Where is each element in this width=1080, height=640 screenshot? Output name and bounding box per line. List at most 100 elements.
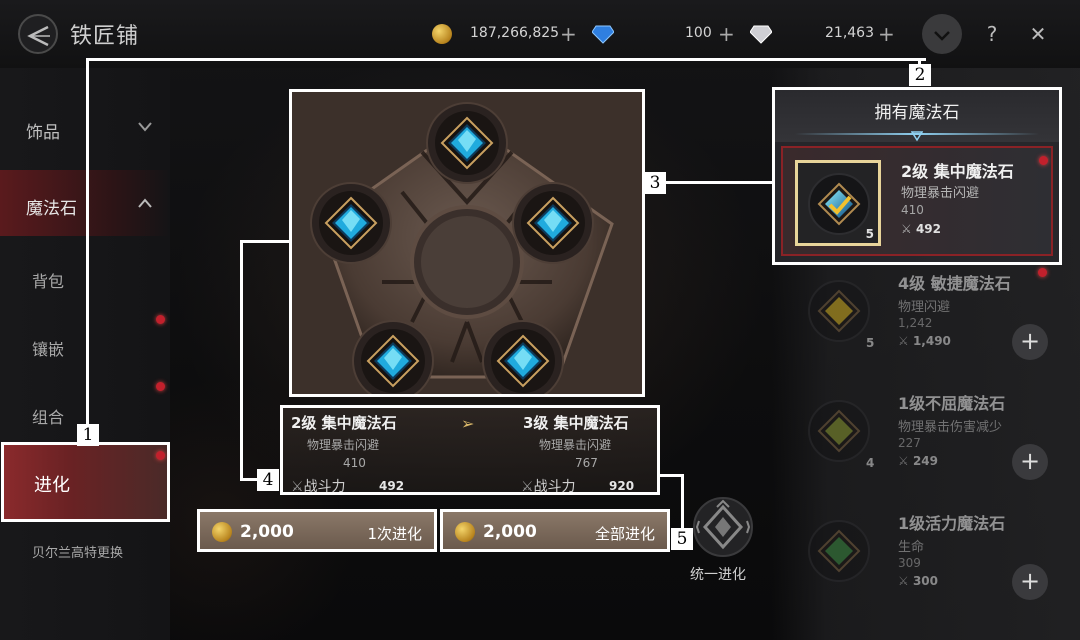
white-gem-icon bbox=[750, 25, 772, 44]
stone-power: ⚔ 249 bbox=[898, 454, 938, 468]
notification-dot bbox=[156, 315, 165, 324]
evolution-board bbox=[289, 89, 645, 397]
power-label-text: 战斗力 bbox=[303, 479, 346, 495]
add-stone-button[interactable]: + bbox=[1012, 444, 1048, 480]
stone-power-value: 249 bbox=[912, 454, 939, 468]
back-button[interactable] bbox=[18, 14, 58, 54]
gold-currency: 187,266,825 + bbox=[432, 22, 582, 46]
callout-tag-1: 1 bbox=[77, 424, 99, 446]
chevron-down-icon bbox=[138, 120, 152, 136]
stone-quantity: 4 bbox=[866, 456, 875, 470]
magic-stone-icon bbox=[817, 529, 861, 573]
selected-stone-card[interactable]: 5 2级 集中魔法石 物理暴击闪避 410 ⚔ 492 bbox=[781, 146, 1053, 256]
stone-power-value: 492 bbox=[915, 222, 942, 236]
notification-dot bbox=[1038, 268, 1047, 277]
sidebar-item-label: 贝尔兰高特更换 bbox=[32, 546, 124, 561]
sidebar-item-label: 魔法石 bbox=[26, 199, 77, 219]
blue-gem-currency: 100 + bbox=[592, 22, 742, 46]
add-stone-button[interactable]: + bbox=[1012, 324, 1048, 360]
stone-power: ⚔ 1,490 bbox=[898, 334, 951, 348]
close-button[interactable]: ✕ bbox=[1018, 14, 1058, 54]
evolve-all-button[interactable]: 2,000 全部进化 bbox=[440, 509, 670, 552]
white-gem-currency: 21,463 + bbox=[750, 22, 900, 46]
gold-coin-icon bbox=[455, 522, 475, 542]
crossed-swords-icon: ⚔ bbox=[898, 454, 909, 468]
stone-value: 309 bbox=[898, 556, 921, 570]
next-stone-name: 3级 集中魔法石 bbox=[523, 414, 629, 432]
stone-slot bbox=[808, 520, 870, 582]
magic-stone-icon bbox=[817, 289, 861, 333]
owned-stones-title: 拥有魔法石 bbox=[874, 103, 960, 123]
gem-socket[interactable] bbox=[426, 102, 508, 184]
notification-dot bbox=[156, 451, 165, 460]
callout-line bbox=[666, 181, 774, 184]
add-white-gem-button[interactable]: + bbox=[878, 22, 895, 46]
stone-name: 4级 敏捷魔法石 bbox=[898, 274, 1011, 293]
dropdown-button[interactable] bbox=[922, 14, 962, 54]
stone-value: 410 bbox=[901, 203, 924, 217]
add-stone-button[interactable]: + bbox=[1012, 564, 1048, 600]
callout-line bbox=[240, 240, 290, 243]
blue-magic-stone-icon bbox=[512, 182, 594, 264]
sidebar-item-label: 镶嵌 bbox=[32, 340, 65, 359]
stone-slot bbox=[808, 173, 870, 235]
sidebar-item-magic-stone[interactable]: 魔法石 bbox=[0, 170, 170, 236]
stone-list-item[interactable]: 1级活力魔法石 生命 309 ⚔ 300 bbox=[790, 502, 1080, 622]
gem-socket[interactable] bbox=[482, 320, 564, 394]
next-power-value: 920 bbox=[609, 479, 635, 493]
sidebar-item-label: 饰品 bbox=[26, 123, 60, 143]
gold-coin-icon bbox=[212, 522, 232, 542]
sidebar-item-belrangot-change[interactable]: 贝尔兰高特更换 bbox=[0, 538, 170, 568]
sidebar-item-label: 进化 bbox=[34, 475, 70, 496]
add-blue-gem-button[interactable]: + bbox=[718, 22, 735, 46]
crossed-swords-icon: ⚔ bbox=[898, 334, 909, 348]
stone-list-item[interactable]: 4 1级不屈魔法石物理暴击伤害减少 227 ⚔ 249 bbox=[790, 382, 1080, 502]
page-title: 铁匠铺 bbox=[70, 24, 140, 49]
add-gold-button[interactable]: + bbox=[560, 22, 577, 46]
current-stone-attr: 物理暴击闪避 bbox=[307, 438, 380, 452]
stone-slot bbox=[808, 280, 870, 342]
unify-evolve-button[interactable]: 统一进化 bbox=[690, 497, 756, 587]
current-power-value: 492 bbox=[379, 479, 405, 493]
evolve-once-cost: 2,000 bbox=[240, 522, 294, 542]
current-stone-name: 2级 集中魔法石 bbox=[291, 414, 397, 432]
notification-dot bbox=[156, 382, 165, 391]
stone-name: 1级不屈魔法石 bbox=[898, 394, 1006, 413]
blue-magic-stone-icon bbox=[426, 102, 508, 184]
chevron-down-icon bbox=[934, 31, 950, 41]
sidebar-item-accessories[interactable]: 饰品 bbox=[0, 104, 170, 154]
blue-gem-icon bbox=[592, 25, 614, 44]
crossed-swords-icon: ⚔ bbox=[521, 479, 534, 495]
down-triangle-icon bbox=[911, 131, 923, 142]
crossed-swords-icon: ⚔ bbox=[898, 574, 909, 588]
gem-socket[interactable] bbox=[310, 182, 392, 264]
stone-attr: 生命 bbox=[898, 540, 925, 555]
callout-tag-4: 4 bbox=[257, 469, 279, 491]
sidebar-item-bag[interactable]: 背包 bbox=[0, 256, 170, 302]
stone-quantity: 5 bbox=[865, 227, 874, 241]
callout-tag-2: 2 bbox=[909, 64, 931, 86]
gem-socket[interactable] bbox=[512, 182, 594, 264]
stone-name: 1级活力魔法石 bbox=[898, 514, 1006, 533]
evolve-once-button[interactable]: 2,000 1次进化 bbox=[197, 509, 437, 552]
stone-power: ⚔ 492 bbox=[901, 222, 941, 236]
stone-attr: 物理闪避 bbox=[898, 300, 951, 315]
chevron-right-icon: ➢ bbox=[461, 414, 475, 433]
gold-coin-icon bbox=[432, 24, 452, 44]
blue-gem-amount: 100 bbox=[685, 25, 712, 41]
callout-line bbox=[86, 58, 89, 428]
next-power-label: ⚔战斗力 bbox=[521, 476, 576, 496]
stone-list-item[interactable]: 5 4级 敏捷魔法石 物理闪避 1,242 ⚔ 1,490 bbox=[790, 262, 1080, 382]
stone-attr: 物理暴击伤害减少 bbox=[898, 420, 1003, 435]
help-button[interactable]: ? bbox=[972, 14, 1012, 54]
owned-stones-header: 拥有魔法石 bbox=[775, 90, 1059, 142]
gem-socket[interactable] bbox=[352, 320, 434, 394]
stone-power-value: 1,490 bbox=[912, 334, 951, 348]
sidebar-item-evolve[interactable]: 进化 bbox=[1, 442, 170, 522]
notification-dot bbox=[1039, 156, 1048, 165]
callout-line bbox=[240, 240, 243, 480]
stone-value: 227 bbox=[898, 436, 921, 450]
white-gem-amount: 21,463 bbox=[825, 25, 874, 41]
callout-line bbox=[681, 474, 684, 528]
sidebar-item-inlay[interactable]: 镶嵌 bbox=[0, 315, 170, 370]
